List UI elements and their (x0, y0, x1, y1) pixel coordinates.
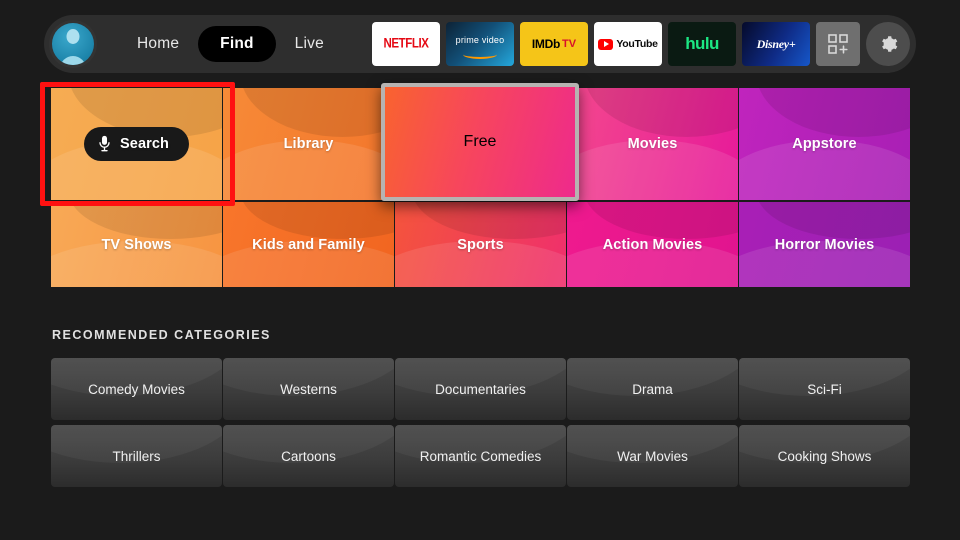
category-tile-free[interactable]: Free (381, 83, 579, 201)
tile-shade-decoration (412, 202, 566, 240)
category-tile-kids-and-family[interactable]: Kids and Family (223, 202, 394, 287)
recommended-tile-romantic-comedies[interactable]: Romantic Comedies (395, 425, 566, 487)
category-tile-appstore-label: Appstore (792, 136, 857, 152)
recommended-tile-label: War Movies (617, 448, 688, 464)
imdb-tv-suffix: TV (562, 38, 577, 50)
recommended-tile-cooking-shows[interactable]: Cooking Shows (739, 425, 910, 487)
prime-video-logo-text: prime video (455, 34, 505, 45)
nav-item-live[interactable]: Live (281, 28, 338, 60)
tile-shade-decoration (756, 202, 910, 240)
category-tile-appstore[interactable]: Appstore (739, 88, 910, 200)
search-button-label: Search (120, 136, 169, 152)
recommended-tile-label: Sci-Fi (807, 381, 842, 397)
recommended-tile-label: Thrillers (112, 448, 161, 464)
category-tile-horror-movies-label: Horror Movies (774, 236, 875, 253)
recommended-tile-thrillers[interactable]: Thrillers (51, 425, 222, 487)
recommended-tile-documentaries[interactable]: Documentaries (395, 358, 566, 420)
app-netflix[interactable]: NETFLIX (372, 22, 440, 66)
profile-avatar[interactable] (49, 20, 97, 68)
tile-shade-decoration (584, 202, 738, 240)
microphone-icon (99, 135, 110, 152)
recommended-tile-comedy-movies[interactable]: Comedy Movies (51, 358, 222, 420)
hulu-logo-text: hulu (685, 34, 719, 53)
app-youtube[interactable]: YouTube (594, 22, 662, 66)
category-tile-action-movies[interactable]: Action Movies (567, 202, 738, 287)
recommended-tile-war-movies[interactable]: War Movies (567, 425, 738, 487)
gear-icon (882, 36, 898, 52)
recommended-tile-label: Documentaries (435, 381, 526, 397)
disney-plus-logo-text: Disney+ (756, 36, 796, 51)
tile-shade-decoration (68, 202, 222, 240)
recommended-tile-label: Drama (632, 381, 673, 397)
category-tile-sports-label: Sports (457, 236, 504, 253)
all-apps-button[interactable] (816, 22, 860, 66)
youtube-play-icon (598, 38, 614, 50)
tile-shade-decoration (240, 88, 394, 138)
imdb-logo-text: IMDb (531, 37, 561, 51)
nav-item-home[interactable]: Home (123, 28, 193, 60)
category-tile-movies[interactable]: Movies (567, 88, 738, 200)
category-tile-library-label: Library (283, 136, 334, 152)
recommended-tile-westerns[interactable]: Westerns (223, 358, 394, 420)
category-tile-action-movies-label: Action Movies (602, 236, 703, 253)
app-imdb-tv[interactable]: IMDb TV (520, 22, 588, 66)
category-tile-kids-and-family-label: Kids and Family (252, 236, 365, 253)
recommended-tile-drama[interactable]: Drama (567, 358, 738, 420)
recommended-tile-label: Comedy Movies (88, 381, 185, 397)
fire-tv-screen: Home Find Live NETFLIX prime video IMDb … (0, 0, 960, 540)
avatar-icon (52, 23, 94, 65)
category-tile-free-label: Free (463, 133, 497, 150)
top-navigation-bar: Home Find Live NETFLIX prime video IMDb … (44, 15, 916, 73)
nav-item-find[interactable]: Find (198, 26, 276, 62)
tile-shade-decoration (240, 202, 394, 240)
youtube-logo-text: YouTube (616, 38, 658, 50)
app-shortcuts-row: NETFLIX prime video IMDb TV YouTube hulu (372, 22, 910, 66)
recommended-tile-label: Westerns (280, 381, 337, 397)
recommended-tile-label: Romantic Comedies (419, 448, 542, 464)
prime-video-logo: prime video (456, 30, 505, 59)
tile-shade-decoration (584, 88, 738, 138)
category-tile-search[interactable]: Search (51, 88, 222, 200)
category-tile-horror-movies[interactable]: Horror Movies (739, 202, 910, 287)
tile-shade-decoration (756, 88, 910, 138)
app-prime-video[interactable]: prime video (446, 22, 514, 66)
recommended-tile-sci-fi[interactable]: Sci-Fi (739, 358, 910, 420)
app-hulu[interactable]: hulu (668, 22, 736, 66)
category-tile-tv-shows[interactable]: TV Shows (51, 202, 222, 287)
app-disney-plus[interactable]: Disney+ (742, 22, 810, 66)
recommended-tile-cartoons[interactable]: Cartoons (223, 425, 394, 487)
grid-plus-icon (828, 34, 848, 54)
settings-button[interactable] (866, 22, 910, 66)
category-tile-library[interactable]: Library (223, 88, 394, 200)
recommended-categories-heading: RECOMMENDED CATEGORIES (52, 328, 271, 342)
search-button[interactable]: Search (84, 127, 189, 161)
category-tile-movies-label: Movies (627, 136, 678, 152)
category-tile-sports[interactable]: Sports (395, 202, 566, 287)
recommended-tile-label: Cartoons (281, 448, 336, 464)
recommended-tile-label: Cooking Shows (777, 448, 872, 464)
netflix-logo-text: NETFLIX (383, 36, 429, 52)
amazon-smile-icon (462, 50, 497, 59)
category-tile-tv-shows-label: TV Shows (101, 236, 172, 253)
